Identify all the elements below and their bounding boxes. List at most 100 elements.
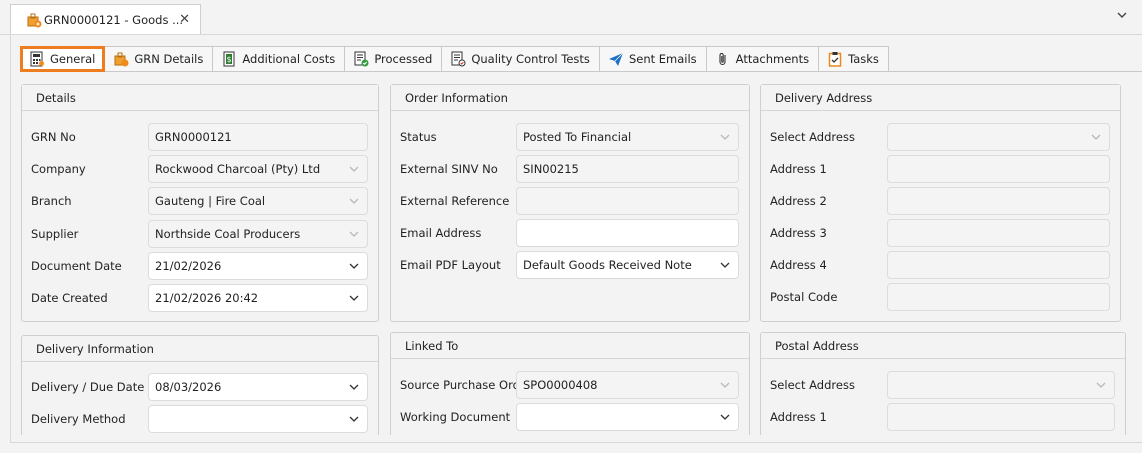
delivery-postal-code-field[interactable] bbox=[887, 283, 1110, 311]
grn-package-icon bbox=[113, 51, 129, 67]
chevron-down-icon bbox=[720, 414, 730, 420]
company-value: Rockwood Charcoal (Pty) Ltd bbox=[155, 162, 321, 176]
select-address-label: Select Address bbox=[770, 130, 855, 144]
delivery-information-panel: Delivery Information Delivery / Due Date… bbox=[21, 335, 379, 435]
delivery-address-2-field[interactable] bbox=[887, 187, 1110, 215]
source-purchase-order-label: Source Purchase Order bbox=[400, 378, 532, 392]
postal-address-1-field[interactable] bbox=[887, 403, 1115, 431]
dollar-document-icon: $ bbox=[221, 51, 237, 67]
chevron-down-icon bbox=[349, 166, 359, 172]
delivery-select-address[interactable] bbox=[887, 123, 1110, 151]
tab-quality-control-tests-label: Quality Control Tests bbox=[471, 52, 590, 66]
postal-address-title: Postal Address bbox=[761, 333, 1125, 359]
company-select[interactable]: Rockwood Charcoal (Pty) Ltd bbox=[148, 155, 368, 183]
tab-grn-details[interactable]: GRN Details bbox=[105, 46, 214, 72]
processed-list-icon bbox=[353, 51, 369, 67]
checklist-icon bbox=[450, 51, 466, 67]
details-panel-title: Details bbox=[22, 85, 378, 111]
details-panel: Details GRN No GRN0000121 Company Rockwo… bbox=[21, 84, 379, 322]
delivery-address-4-field[interactable] bbox=[887, 251, 1110, 279]
source-purchase-order-value: SPO0000408 bbox=[523, 378, 598, 392]
address-4-label: Address 4 bbox=[770, 258, 827, 272]
grn-no-label: GRN No bbox=[31, 130, 76, 144]
source-purchase-order-select[interactable]: SPO0000408 bbox=[516, 371, 739, 399]
external-sinv-label: External SINV No bbox=[400, 162, 498, 176]
tab-additional-costs[interactable]: $ Additional Costs bbox=[213, 46, 346, 72]
delivery-due-date-label: Delivery / Due Date bbox=[31, 380, 145, 394]
status-value: Posted To Financial bbox=[523, 130, 632, 144]
tab-tasks-label: Tasks bbox=[848, 52, 879, 66]
address-3-label: Address 3 bbox=[770, 226, 827, 240]
tab-sent-emails-label: Sent Emails bbox=[628, 52, 697, 66]
chevron-down-icon bbox=[1096, 382, 1106, 388]
order-information-panel: Order Information Status Posted To Finan… bbox=[390, 84, 750, 322]
external-reference-field[interactable] bbox=[516, 187, 739, 215]
status-select[interactable]: Posted To Financial bbox=[516, 123, 739, 151]
chevron-down-icon bbox=[1091, 134, 1101, 140]
supplier-select[interactable]: Northside Coal Producers bbox=[148, 220, 368, 248]
section-tabs: General GRN Details $ Additional Costs P… bbox=[20, 46, 889, 72]
external-sinv-field[interactable]: SIN00215 bbox=[516, 155, 739, 183]
document-tab-title: GRN0000121 - Goods ... bbox=[44, 13, 184, 27]
chevron-down-icon bbox=[349, 384, 359, 390]
email-pdf-layout-label: Email PDF Layout bbox=[400, 258, 501, 272]
delivery-address-1-field[interactable] bbox=[887, 155, 1110, 183]
delivery-due-date-picker[interactable]: 08/03/2026 bbox=[148, 373, 368, 401]
tab-quality-control-tests[interactable]: Quality Control Tests bbox=[442, 46, 600, 72]
calculator-icon bbox=[29, 51, 45, 67]
chevron-down-icon[interactable] bbox=[1116, 9, 1128, 21]
chevron-down-icon bbox=[349, 263, 359, 269]
delivery-information-title: Delivery Information bbox=[22, 336, 378, 362]
date-created-label: Date Created bbox=[31, 291, 108, 305]
tab-tasks[interactable]: Tasks bbox=[819, 46, 889, 72]
chevron-down-icon bbox=[720, 262, 730, 268]
tab-processed[interactable]: Processed bbox=[345, 46, 443, 72]
chevron-down-icon bbox=[720, 134, 730, 140]
status-label: Status bbox=[400, 130, 437, 144]
branch-label: Branch bbox=[31, 194, 72, 208]
document-tab[interactable]: GRN0000121 - Goods ... ✕ bbox=[10, 4, 201, 35]
tab-underline bbox=[20, 71, 1142, 72]
postal-select-address-label: Select Address bbox=[770, 378, 855, 392]
external-reference-label: External Reference bbox=[400, 194, 510, 208]
close-icon[interactable]: ✕ bbox=[179, 12, 190, 27]
document-date-picker[interactable]: 21/02/2026 bbox=[148, 252, 368, 280]
paperclip-icon bbox=[715, 51, 731, 67]
working-document-label: Working Document bbox=[400, 410, 511, 424]
delivery-address-3-field[interactable] bbox=[887, 219, 1110, 247]
chevron-down-icon bbox=[349, 295, 359, 301]
linked-to-panel: Linked To Source Purchase Order SPO00004… bbox=[390, 332, 750, 435]
company-label: Company bbox=[31, 162, 86, 176]
working-document-select[interactable] bbox=[516, 403, 739, 431]
document-date-value: 21/02/2026 bbox=[155, 259, 222, 273]
branch-value: Gauteng | Fire Coal bbox=[155, 194, 266, 208]
chevron-down-icon bbox=[349, 231, 359, 237]
tab-processed-label: Processed bbox=[374, 52, 433, 66]
grn-no-field[interactable]: GRN0000121 bbox=[148, 123, 368, 151]
tab-attachments-label: Attachments bbox=[735, 52, 810, 66]
branch-select[interactable]: Gauteng | Fire Coal bbox=[148, 187, 368, 215]
date-created-value: 21/02/2026 20:42 bbox=[155, 291, 259, 305]
email-pdf-layout-select[interactable]: Default Goods Received Note bbox=[516, 251, 739, 279]
postal-select-address[interactable] bbox=[887, 371, 1115, 399]
address-2-label: Address 2 bbox=[770, 194, 827, 208]
supplier-value: Northside Coal Producers bbox=[155, 227, 301, 241]
email-address-field[interactable] bbox=[516, 219, 739, 247]
delivery-address-title: Delivery Address bbox=[761, 85, 1120, 111]
delivery-address-panel: Delivery Address Select Address Address … bbox=[760, 84, 1121, 322]
email-address-label: Email Address bbox=[400, 226, 482, 240]
grn-package-icon bbox=[26, 12, 42, 28]
tab-sent-emails[interactable]: Sent Emails bbox=[599, 46, 707, 72]
paper-plane-icon bbox=[608, 51, 624, 67]
tab-general-label: General bbox=[50, 52, 96, 66]
postal-address-panel: Postal Address Select Address Address 1 bbox=[760, 332, 1126, 435]
clipboard-check-icon bbox=[827, 51, 843, 67]
delivery-method-select[interactable] bbox=[148, 405, 368, 433]
date-created-picker[interactable]: 21/02/2026 20:42 bbox=[148, 284, 368, 312]
tab-general[interactable]: General bbox=[20, 46, 106, 72]
email-pdf-layout-value: Default Goods Received Note bbox=[523, 258, 692, 272]
chevron-down-icon bbox=[720, 382, 730, 388]
chevron-down-icon bbox=[349, 198, 359, 204]
tab-attachments[interactable]: Attachments bbox=[706, 46, 820, 72]
supplier-label: Supplier bbox=[31, 227, 79, 241]
